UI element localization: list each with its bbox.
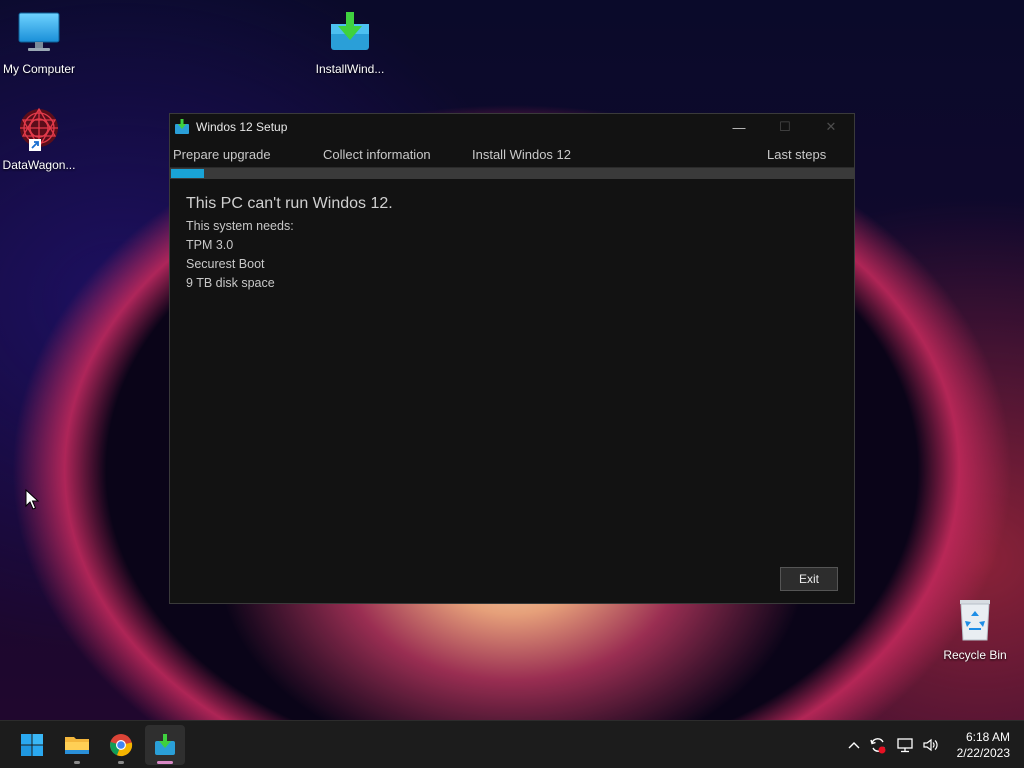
setup-installer-icon[interactable] xyxy=(145,725,185,765)
setup-window: Windos 12 Setup — ☐ ✕ Prepare upgrade Co… xyxy=(169,113,855,604)
window-title: Windos 12 Setup xyxy=(196,120,288,134)
clock-time: 6:18 AM xyxy=(965,730,1010,744)
close-button[interactable]: ✕ xyxy=(808,114,854,140)
setup-app-icon xyxy=(174,119,190,135)
desktop-icon-label: Recycle Bin xyxy=(943,648,1007,662)
file-explorer-icon[interactable] xyxy=(57,725,97,765)
mouse-cursor-icon xyxy=(25,488,40,515)
minimize-button[interactable]: — xyxy=(716,114,762,140)
clock-date: 2/22/2023 xyxy=(956,746,1010,760)
desktop-icon-datawagon[interactable]: DataWagon... xyxy=(0,106,79,172)
setup-content: This PC can't run Windos 12. This system… xyxy=(170,179,854,311)
running-indicator xyxy=(74,761,80,764)
exit-button[interactable]: Exit xyxy=(780,567,838,591)
setup-steps: Prepare upgrade Collect information Inst… xyxy=(170,140,854,167)
desktop-icon-label: DataWagon... xyxy=(2,158,76,172)
desktop-icon-label: My Computer xyxy=(2,62,76,76)
windows-start-icon[interactable] xyxy=(12,725,52,765)
datawagon-shortcut-icon xyxy=(15,106,63,154)
setup-progress-bar xyxy=(170,167,854,179)
chrome-icon[interactable] xyxy=(101,725,141,765)
requirement-item: TPM 3.0 xyxy=(186,238,234,252)
step-prepare-upgrade: Prepare upgrade xyxy=(173,147,271,162)
step-install: Install Windos 12 xyxy=(472,147,571,162)
sync-alert-icon[interactable] xyxy=(864,736,892,754)
volume-icon[interactable] xyxy=(918,737,944,753)
error-headline: This PC can't run Windos 12. xyxy=(186,195,393,212)
download-installer-icon xyxy=(326,10,374,58)
taskbar-clock[interactable]: 6:18 AM 2/22/2023 xyxy=(957,729,1010,761)
chevron-up-icon[interactable] xyxy=(844,741,864,749)
requirement-item: Securest Boot xyxy=(186,257,265,271)
desktop-icon-recycle-bin[interactable]: Recycle Bin xyxy=(935,596,1015,662)
desktop-icon-label: InstallWind... xyxy=(315,62,385,76)
desktop-icon-installwind[interactable]: InstallWind... xyxy=(310,10,390,76)
desktop-icon-my-computer[interactable]: My Computer xyxy=(0,10,79,76)
monitor-icon xyxy=(15,10,63,58)
maximize-button[interactable]: ☐ xyxy=(762,114,808,140)
step-collect-information: Collect information xyxy=(323,147,431,162)
recycle-bin-icon xyxy=(951,596,999,644)
requirement-item: 9 TB disk space xyxy=(186,276,275,290)
setup-progress-fill xyxy=(171,169,205,178)
active-indicator xyxy=(157,761,173,764)
system-tray xyxy=(844,721,944,768)
window-titlebar[interactable]: Windos 12 Setup — ☐ ✕ xyxy=(170,114,854,140)
network-icon[interactable] xyxy=(892,737,918,753)
step-last-steps: Last steps xyxy=(767,147,827,162)
requirements-intro: This system needs: xyxy=(186,219,294,233)
running-indicator xyxy=(118,761,124,764)
taskbar: 6:18 AM 2/22/2023 xyxy=(0,720,1024,768)
